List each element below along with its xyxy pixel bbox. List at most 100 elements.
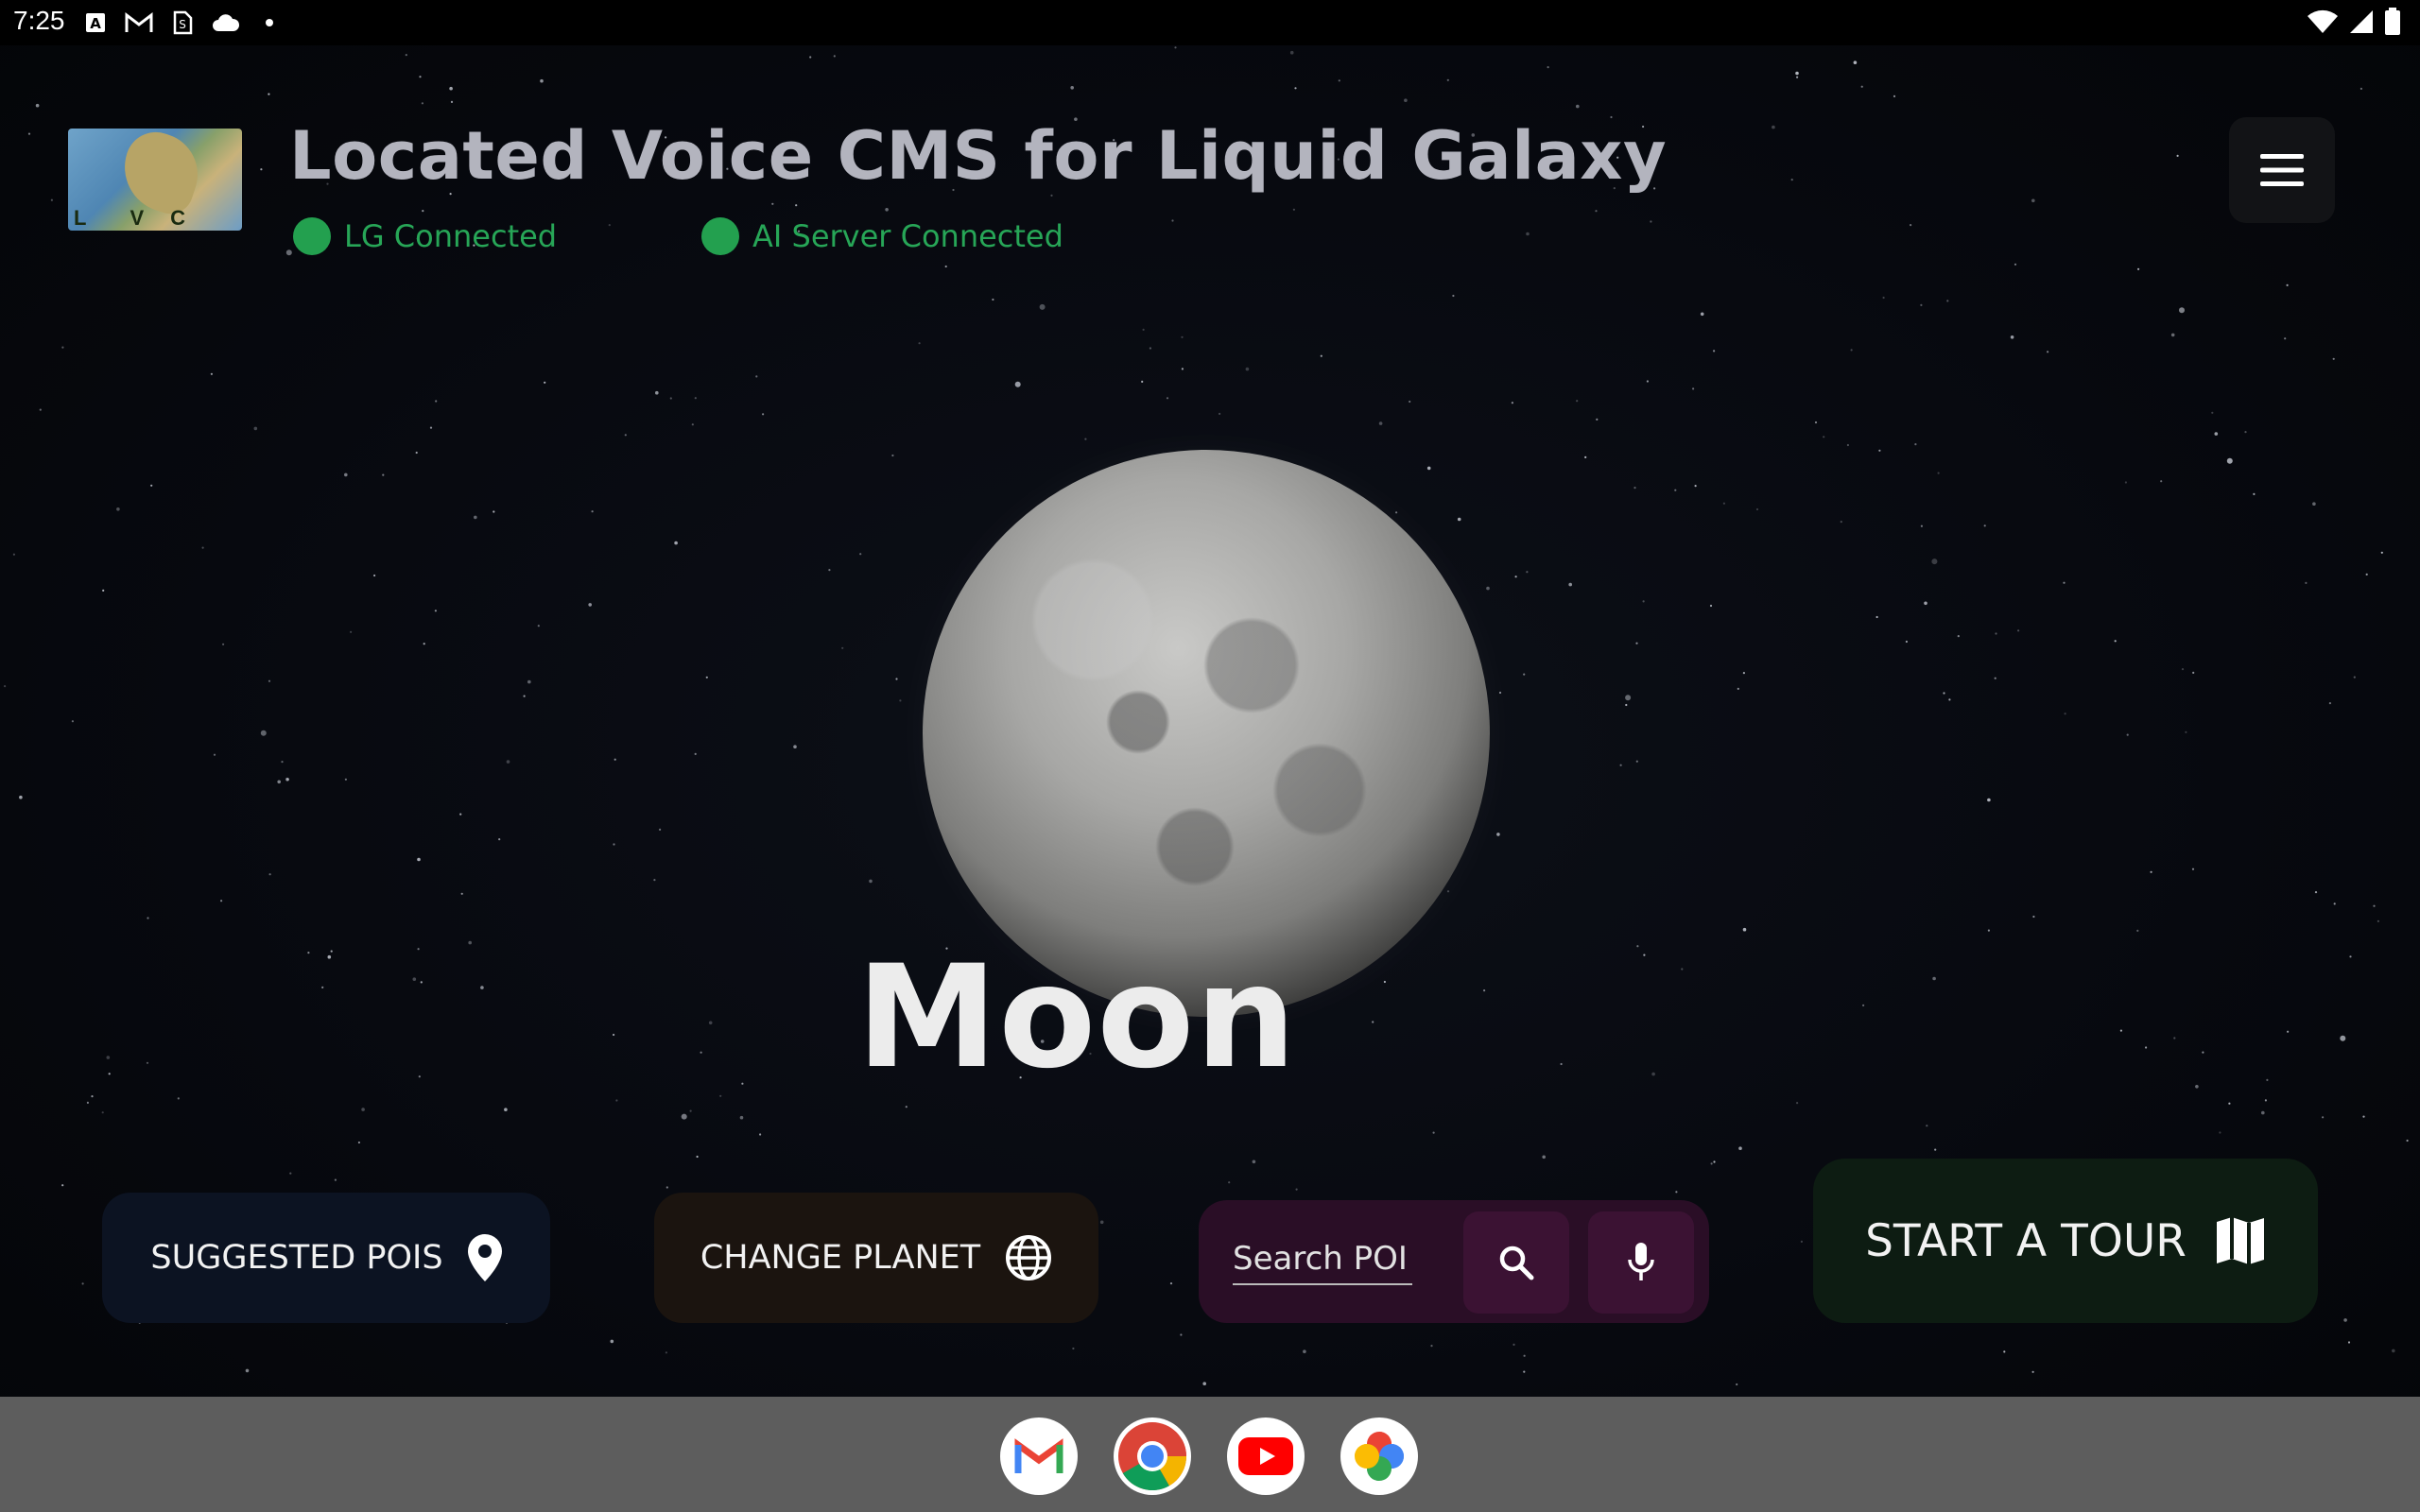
star [2322,1116,2325,1119]
star [2261,1110,2265,1115]
star [1426,466,1431,471]
logo-letters: L V C [68,204,242,231]
logo-letter: L [74,206,87,230]
star [2305,581,2308,585]
star [405,54,407,57]
star [1294,87,1297,90]
star [1070,86,1074,90]
app-screen: 7:25 A S L V C Located Voice CMS for Liq… [0,0,2420,1512]
star [1432,1131,1435,1134]
star [1523,673,1526,676]
star [2287,1030,2290,1033]
star [2192,671,2195,675]
star [334,1178,337,1181]
youtube-app-icon[interactable] [1227,1418,1305,1495]
star [61,1184,64,1187]
star [1713,350,1716,352]
star [674,541,678,545]
star [540,78,544,83]
planet-name: Moon [856,936,1298,1100]
star [1619,764,1622,766]
star [1625,695,1632,701]
star [1850,349,1853,352]
star [891,454,894,457]
search-poi-bar [1199,1200,1709,1323]
star [2314,891,2318,894]
start-tour-button[interactable]: START A TOUR [1813,1159,2318,1323]
star [899,699,902,702]
page-title: Located Voice CMS for Liquid Galaxy [289,117,1668,195]
star [146,1061,149,1064]
star [833,55,836,58]
star [91,1095,94,1098]
suggested-pois-button[interactable]: SUGGESTED POIS [102,1193,550,1323]
star [417,857,421,862]
star [1050,194,1053,197]
status-dot-icon [701,217,739,255]
star [1910,224,1912,227]
suggested-pois-label: SUGGESTED POIS [150,1239,443,1277]
star [895,678,898,680]
star [2136,929,2139,933]
star [2150,870,2152,873]
star [1099,1220,1104,1225]
star [50,198,54,201]
star [1378,421,1383,425]
star [2392,1349,2395,1353]
voice-search-button[interactable] [1588,1211,1694,1314]
start-tour-label: START A TOUR [1865,1214,2187,1267]
star [493,510,495,513]
star [373,574,376,577]
chrome-app-icon[interactable] [1114,1418,1191,1495]
star [1526,571,1529,574]
star [2406,1139,2409,1143]
search-poi-input[interactable] [1233,1234,1412,1285]
star [1292,208,1295,211]
star [1547,66,1549,69]
star [537,625,540,627]
menu-button[interactable] [2229,117,2335,223]
star [1755,507,1759,511]
star [762,413,765,416]
star [2191,868,2195,870]
star [2343,1318,2347,1322]
star [450,100,454,103]
star [1722,502,1725,505]
star [2124,481,2127,484]
star [613,1033,615,1037]
star [1995,632,1997,635]
change-planet-button[interactable]: CHANGE PLANET [654,1193,1098,1323]
star [1142,328,1145,331]
star [289,1172,292,1175]
star [222,643,225,645]
star [2333,902,2336,905]
star [2064,713,2066,715]
star [285,777,289,782]
search-button[interactable] [1463,1211,1569,1314]
star [691,423,694,426]
star [755,375,758,378]
star [101,1111,104,1114]
star [1338,79,1340,82]
star [944,265,947,268]
star [268,93,270,95]
star [739,1115,744,1120]
a-box-icon: A [81,9,110,36]
star [344,778,347,781]
star [1404,98,1408,102]
star [12,553,15,556]
star [281,761,284,764]
star [1862,1004,1865,1006]
star [1920,524,1923,527]
star [1303,1349,1306,1353]
gmail-app-icon[interactable] [1000,1418,1078,1495]
star [624,434,627,437]
star [1790,179,1793,181]
star [759,1133,762,1136]
photos-app-icon[interactable] [1340,1418,1418,1495]
star [1149,347,1151,350]
star [1219,412,1221,415]
star [2003,1350,2006,1353]
star [1994,677,1996,679]
star [2126,733,2129,736]
